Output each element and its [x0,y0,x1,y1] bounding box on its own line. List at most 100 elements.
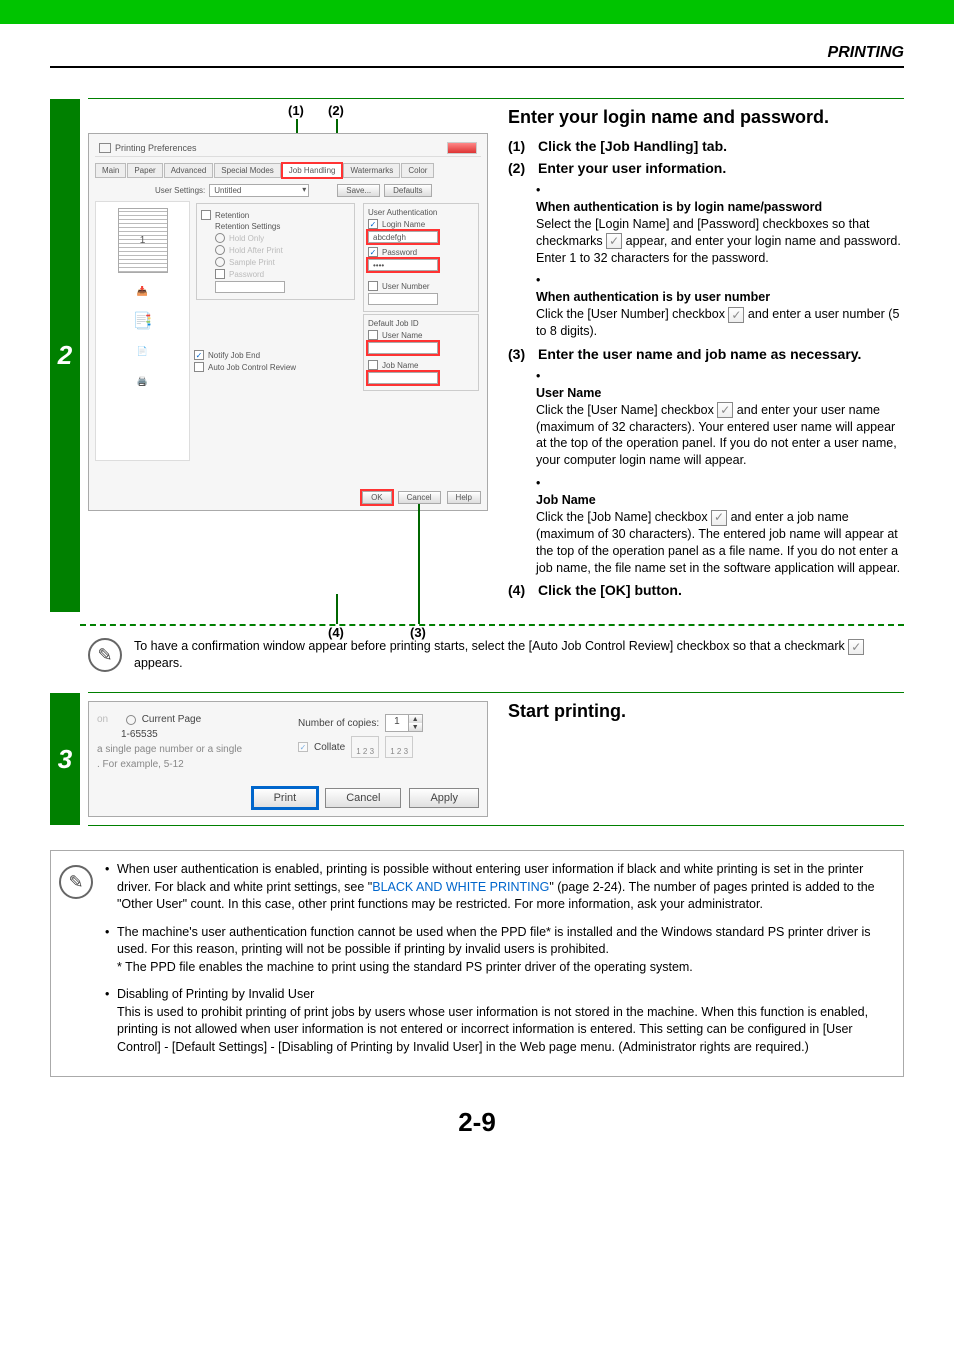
default-job-id-group: Default Job ID User Name Job Name [363,314,479,391]
tab-paper[interactable]: Paper [127,163,162,178]
printing-preferences-dialog: Printing Preferences Main Paper Advanced… [88,133,488,511]
spinner-down-icon[interactable]: ▼ [408,723,422,731]
login-name-checkbox[interactable] [368,219,378,229]
login-name-input[interactable]: abcdefgh [368,231,438,243]
collate-checkbox[interactable] [298,742,308,752]
auto-job-control-checkbox[interactable] [194,362,204,372]
hold-after-print-label: Hold After Print [229,246,283,255]
copies-label: Number of copies: [298,718,379,729]
callout-line [336,594,338,624]
bullet-lead: Job Name [536,492,904,509]
hold-only-radio[interactable] [215,233,225,243]
collate-label: Collate [314,742,345,753]
sub-title-3: Enter the user name and job name as nece… [538,346,861,362]
bullet-lead: When authentication is by login name/pas… [536,199,904,216]
user-name-checkbox[interactable] [368,330,378,340]
collate-icon: 1 2 3 [351,736,379,758]
step-bottom-rule [88,825,904,826]
print-button[interactable]: Print [253,788,318,808]
help-button[interactable]: Help [447,491,481,504]
retention-checkbox[interactable] [201,210,211,220]
cancel-button[interactable]: Cancel [398,491,441,504]
default-job-id-title: Default Job ID [368,319,474,328]
pencil-icon: ✎ [97,645,112,666]
step2-note: ✎ To have a confirmation window appear b… [76,638,904,672]
finishing-icon: 📄 [123,339,163,363]
output-icon: 🖨️ [123,369,163,393]
tab-job-handling[interactable]: Job Handling [282,163,343,178]
checkmark-icon [711,510,727,526]
password-label: Password [229,270,264,279]
job-name-checkbox[interactable] [368,360,378,370]
callout-1-label: (1) [288,103,304,118]
callout-line [418,504,420,624]
tab-watermarks[interactable]: Watermarks [343,163,400,178]
login-name-label: Login Name [382,220,425,229]
note-icon: ✎ [88,638,122,672]
step-3: 3 on Current Page 1-65535 a single page … [50,693,904,825]
retention-group: Retention Retention Settings Hold Only H… [196,203,355,300]
sub-title-1: Click the [Job Handling] tab. [538,138,727,154]
defaults-button[interactable]: Defaults [384,184,431,197]
user-number-checkbox[interactable] [368,281,378,291]
tab-strip: Main Paper Advanced Special Modes Job Ha… [95,163,481,178]
hold-after-print-radio[interactable] [215,245,225,255]
page-content: PRINTING 2 (1) (2) Printing Preferences [0,24,954,1178]
bw-printing-link[interactable]: BLACK AND WHITE PRINTING [372,880,549,894]
ok-button[interactable]: OK [362,491,392,504]
notify-job-end-checkbox[interactable] [194,350,204,360]
apply-button[interactable]: Apply [409,788,479,808]
end-note-1: When user authentication is enabled, pri… [105,861,895,914]
end-notes-box: ✎ When user authentication is enabled, p… [50,850,904,1077]
tab-color[interactable]: Color [401,163,434,178]
preview-pane: 1 📥 📑 📄 🖨️ [95,201,190,461]
hold-only-label: Hold Only [229,234,264,243]
user-auth-title: User Authentication [368,208,474,217]
password-auth-checkbox[interactable] [368,247,378,257]
checkmark-icon [728,307,744,323]
job-name-label: Job Name [382,361,418,370]
tab-main[interactable]: Main [95,163,126,178]
range-hint3: . For example, 5-12 [97,759,184,770]
cancel-button[interactable]: Cancel [325,788,401,808]
callout-3-label: (3) [410,625,426,640]
save-button[interactable]: Save... [337,184,380,197]
end-note-2: The machine's user authentication functi… [105,924,895,977]
spinner-up-icon[interactable]: ▲ [408,715,422,723]
window-icon [99,143,111,153]
note-text-b: appears. [134,656,183,670]
pencil-icon: ✎ [68,870,83,895]
close-icon[interactable] [447,142,477,154]
current-page-radio[interactable] [126,715,136,725]
sub-num-2: (2) [508,160,530,176]
bullet-lead: When authentication is by user number [536,289,904,306]
password-input[interactable]: •••• [368,259,438,271]
sub-num-3: (3) [508,346,530,362]
sub-num-4: (4) [508,582,530,598]
checkmark-icon [717,402,733,418]
tray-icon: 📥 [123,279,163,303]
retention-settings-label: Retention Settings [215,222,350,231]
sample-print-label: Sample Print [229,258,275,267]
password-auth-label: Password [382,248,417,257]
page-number: 2-9 [50,1107,904,1138]
user-settings-dropdown[interactable]: Untitled [209,184,309,197]
user-name-input[interactable] [368,342,438,354]
tab-advanced[interactable]: Advanced [164,163,214,178]
password-checkbox[interactable] [215,269,225,279]
copies-spinner[interactable]: 1 ▲▼ [385,714,423,732]
header-rule [50,66,904,68]
retention-password-input[interactable] [215,281,285,293]
dashed-separator [80,624,904,626]
tab-special-modes[interactable]: Special Modes [214,163,280,178]
job-name-input[interactable] [368,372,438,384]
copies-value: 1 [386,715,408,731]
sample-print-radio[interactable] [215,257,225,267]
user-auth-group: User Authentication Login Name abcdefgh … [363,203,479,312]
bullet-body: Click the [Job Name] checkbox [536,510,711,524]
note-text-a: To have a confirmation window appear bef… [134,639,848,653]
callout-2-label: (2) [328,103,344,118]
bullet-body: Click the [User Name] checkbox [536,403,717,417]
section-title: PRINTING [50,44,904,62]
user-number-input[interactable] [368,293,438,305]
